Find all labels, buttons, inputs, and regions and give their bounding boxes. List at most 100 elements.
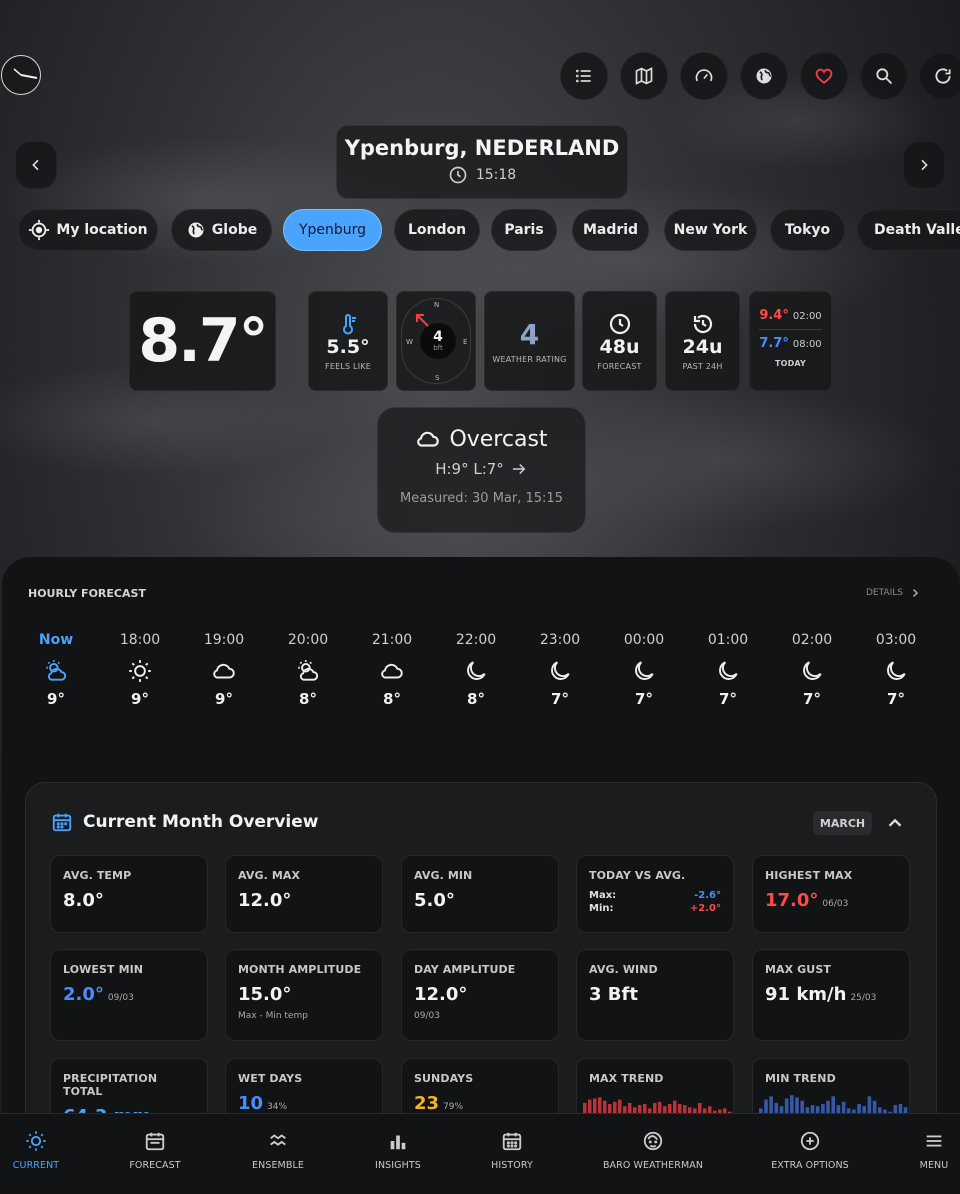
past-value: 24u	[682, 335, 723, 358]
history-icon	[693, 314, 712, 333]
list-icon	[576, 69, 591, 83]
hourly-item[interactable]: 19:00 9°	[194, 632, 254, 708]
collapse-button[interactable]	[884, 812, 906, 838]
hourly-item[interactable]: 20:00 8°	[278, 632, 338, 708]
nav-baro-weatherman[interactable]: BARO WEATHERMAN	[598, 1130, 708, 1171]
today-max: 9.4°	[759, 308, 789, 323]
vs-min-label: Min:	[589, 903, 614, 914]
month-amplitude-value: 15.0°	[238, 984, 292, 1005]
wind-compass-tile[interactable]: N S W E 4 bft	[396, 291, 476, 391]
compass-ring: N S W E 4 bft	[401, 298, 471, 384]
hour-time: 22:00	[455, 632, 497, 648]
nav-forecast[interactable]: FORECAST	[100, 1130, 210, 1171]
face-icon	[643, 1131, 663, 1151]
feels-like-value: 5.5°	[326, 335, 370, 358]
max-trend-sparkline	[583, 1097, 732, 1115]
pill-madrid[interactable]: Madrid	[572, 209, 649, 251]
nav-extra-options[interactable]: EXTRA OPTIONS	[755, 1130, 865, 1171]
pill-ypenburg[interactable]: Ypenburg	[283, 209, 382, 251]
calendar-icon	[145, 1132, 165, 1151]
hourly-details-link[interactable]: DETAILS	[866, 587, 921, 599]
list-button[interactable]	[560, 52, 608, 100]
past-24h-tile[interactable]: 24u PAST 24H	[665, 291, 740, 391]
nav-menu[interactable]: MENU	[879, 1130, 960, 1171]
hourly-item[interactable]: 01:00 7°	[698, 632, 758, 708]
current-temperature: 8.7°	[129, 291, 276, 391]
weather-rating-label: WEATHER RATING	[492, 355, 567, 364]
map-button[interactable]	[620, 52, 668, 100]
gauge-button[interactable]	[680, 52, 728, 100]
bottom-navigation: CURRENT FORECAST ENSEMBLE INSIGHTS HISTO…	[0, 1113, 960, 1194]
pill-label: Tokyo	[784, 222, 831, 238]
highest-max-value: 17.0°	[765, 890, 819, 911]
avg-min-cell: AVG. MIN 5.0°	[401, 855, 559, 933]
day-amplitude-sub: 09/03	[414, 1011, 440, 1021]
avg-temp-value: 8.0°	[63, 890, 104, 911]
nav-current[interactable]: CURRENT	[0, 1130, 91, 1171]
weather-rating-tile[interactable]: 4 WEATHER RATING	[484, 291, 575, 391]
hourly-item[interactable]: 03:00 7°	[866, 632, 926, 708]
month-badge[interactable]: MARCH	[813, 811, 872, 835]
condition-card[interactable]: Overcast H:9° L:7° Measured: 30 Mar, 15:…	[377, 407, 586, 533]
pill-paris[interactable]: Paris	[491, 209, 557, 251]
hourly-item[interactable]: 23:00 7°	[530, 632, 590, 708]
previous-location-button[interactable]	[15, 141, 57, 189]
pill-london[interactable]: London	[394, 209, 480, 251]
favorite-button[interactable]	[800, 52, 848, 100]
wet-days-pct: 34%	[267, 1102, 288, 1112]
month-amplitude-cell: MONTH AMPLITUDE 15.0° Max - Min temp	[225, 949, 383, 1041]
wind-bft-value: 4	[433, 329, 443, 345]
pill-tokyo[interactable]: Tokyo	[770, 209, 845, 251]
hour-temp: 9°	[131, 690, 149, 708]
refresh-button[interactable]	[919, 52, 960, 100]
location-header[interactable]: Ypenburg, NEDERLAND 15:18	[336, 125, 628, 199]
hour-temp: 7°	[635, 690, 653, 708]
hourly-item[interactable]: 22:00 8°	[446, 632, 506, 708]
globe-icon	[756, 68, 772, 84]
clock-icon	[609, 313, 630, 334]
pill-new-york[interactable]: New York	[664, 209, 757, 251]
nav-history[interactable]: HISTORY	[457, 1130, 567, 1171]
avg-temp-cell: AVG. TEMP 8.0°	[50, 855, 208, 933]
nav-label: HISTORY	[491, 1160, 533, 1171]
nav-label: INSIGHTS	[375, 1160, 421, 1171]
bar-chart-icon	[390, 1135, 406, 1150]
today-max-time: 02:00	[792, 311, 822, 322]
today-range-tile[interactable]: 9.4° 02:00 7.7° 08:00 TODAY	[749, 291, 832, 391]
feels-like-tile[interactable]: 5.5° FEELS LIKE	[308, 291, 388, 391]
pill-my-location[interactable]: My location	[18, 209, 158, 251]
next-location-button[interactable]	[903, 141, 945, 189]
month-overview-header[interactable]: Current Month Overview	[51, 811, 318, 833]
pill-death-valley[interactable]: Death Valley	[857, 209, 960, 251]
max-gust-cell: MAX GUST 91 km/h 25/03	[752, 949, 910, 1041]
globe-button[interactable]	[740, 52, 788, 100]
temperature-value: 8.7°	[138, 306, 268, 376]
details-label: DETAILS	[866, 588, 903, 598]
hourly-item[interactable]: 18:00 9°	[110, 632, 170, 708]
search-button[interactable]	[860, 52, 908, 100]
compass-w: W	[406, 338, 413, 346]
hour-time: 02:00	[791, 632, 833, 648]
hourly-item[interactable]: Now 9°	[26, 632, 86, 708]
nav-ensemble[interactable]: ENSEMBLE	[223, 1130, 333, 1171]
pill-label: New York	[673, 222, 748, 238]
partly-cloudy-icon	[46, 660, 67, 681]
month-amplitude-sub: Max - Min temp	[238, 1011, 308, 1021]
clock-icon	[449, 166, 467, 184]
hourly-item[interactable]: 21:00 8°	[362, 632, 422, 708]
pill-globe[interactable]: Globe	[171, 209, 272, 251]
today-label: TODAY	[774, 359, 807, 368]
moon-icon	[635, 661, 654, 680]
max-gust-date: 25/03	[850, 993, 877, 1003]
pill-label: Globe	[211, 222, 258, 238]
lowest-min-cell: LOWEST MIN 2.0° 09/03	[50, 949, 208, 1041]
forecast-tile[interactable]: 48u FORECAST	[582, 291, 657, 391]
hourly-item[interactable]: 00:00 7°	[614, 632, 674, 708]
partly-cloudy-icon	[298, 660, 319, 681]
nav-insights[interactable]: INSIGHTS	[343, 1130, 453, 1171]
moon-icon	[551, 661, 570, 680]
location-target-icon	[29, 219, 50, 241]
hourly-item[interactable]: 02:00 7°	[782, 632, 842, 708]
refresh-icon	[935, 68, 951, 84]
plus-circle-icon	[800, 1131, 820, 1151]
